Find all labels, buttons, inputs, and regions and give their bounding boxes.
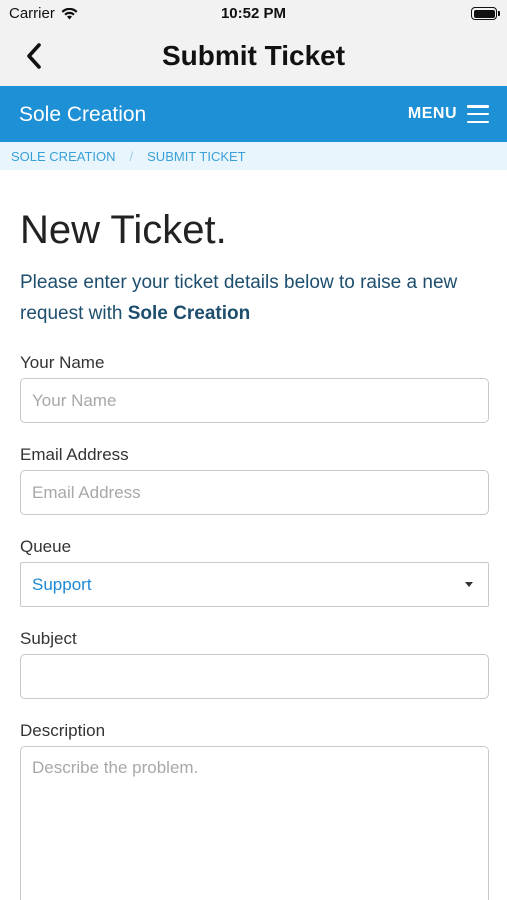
intro-company: Sole Creation (127, 303, 251, 324)
name-label: Your Name (20, 353, 105, 372)
intro-text: Please enter your ticket details below t… (20, 267, 488, 329)
brand-link[interactable]: Sole Creation (19, 103, 146, 127)
status-bar: Carrier 10:52 PM (0, 0, 507, 28)
queue-selected-value: Support (32, 574, 92, 594)
queue-label: Queue (20, 537, 72, 556)
description-textarea[interactable] (20, 746, 489, 900)
email-input[interactable] (20, 470, 489, 515)
screen-title: Submit Ticket (161, 40, 346, 71)
battery-icon (471, 7, 500, 20)
ticket-form-section: New Ticket. Please enter your ticket det… (20, 170, 489, 900)
name-input[interactable] (20, 378, 489, 423)
subject-input[interactable] (20, 654, 489, 699)
page-heading: New Ticket. (20, 208, 227, 252)
menu-label: MENU (407, 105, 457, 122)
email-label: Email Address (20, 445, 129, 464)
site-header: Sole Creation MENU (0, 86, 507, 142)
navigation-bar: Submit Ticket (0, 28, 507, 86)
subject-label: Subject (20, 629, 77, 648)
breadcrumb-separator: / (129, 148, 134, 164)
breadcrumb-item-home[interactable]: SOLE CREATION (11, 149, 116, 164)
hamburger-icon (467, 105, 489, 123)
status-time: 10:52 PM (220, 5, 287, 22)
caret-down-icon (465, 582, 473, 587)
description-label: Description (20, 721, 106, 740)
breadcrumb-item-current[interactable]: SUBMIT TICKET (147, 149, 245, 164)
breadcrumb: SOLE CREATION / SUBMIT TICKET (0, 142, 507, 170)
menu-button[interactable]: MENU (408, 100, 489, 128)
queue-select[interactable]: Support (20, 562, 489, 607)
